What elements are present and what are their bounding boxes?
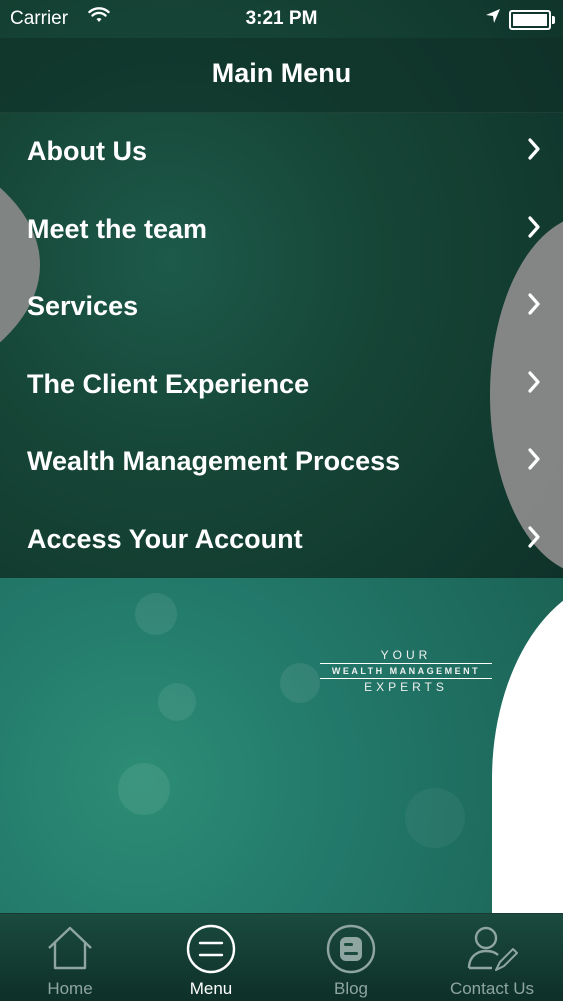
- bokeh-circle: [405, 788, 465, 848]
- chevron-right-icon: [528, 525, 540, 548]
- menu-item-meet-the-team[interactable]: Meet the team: [0, 192, 563, 270]
- menu-item-label: Wealth Management Process: [27, 446, 401, 476]
- menu-item-label: Access Your Account: [27, 523, 303, 554]
- battery-icon: [509, 10, 555, 30]
- background-bottom: [0, 578, 563, 914]
- bokeh-circle: [118, 763, 170, 815]
- tab-label: Blog: [333, 979, 369, 998]
- page-title: Main Menu: [211, 58, 352, 88]
- tab-label: Menu: [189, 979, 233, 998]
- status-time: 3:21 PM: [245, 8, 318, 29]
- menu-icon: [186, 924, 236, 979]
- tagline-line-1: YOUR: [380, 648, 432, 662]
- menu-item-label: Services: [27, 291, 139, 321]
- menu-item-wealth-management-process[interactable]: Wealth Management Process: [0, 424, 563, 502]
- tab-bar: Home Menu Blog Contact Us: [0, 913, 563, 1001]
- bokeh-circle: [135, 593, 177, 635]
- location-arrow-icon: [485, 8, 501, 30]
- tab-label: Contact Us: [449, 979, 535, 998]
- bokeh-circle: [158, 683, 196, 721]
- tab-home[interactable]: Home: [0, 914, 140, 1001]
- bokeh-circle: [280, 663, 320, 703]
- chevron-right-icon: [528, 138, 540, 160]
- tab-contact-us[interactable]: Contact Us: [422, 914, 562, 1001]
- menu-item-label: The Client Experience: [27, 368, 310, 399]
- menu-item-label: Meet the team: [27, 213, 208, 244]
- home-icon: [45, 924, 95, 977]
- tagline-logo: YOUR WEALTH MANAGEMENT EXPERTS: [320, 648, 492, 694]
- menu-item-about-us[interactable]: About Us: [0, 114, 563, 192]
- tab-menu[interactable]: Menu: [141, 914, 281, 1001]
- status-bar: Carrier 3:21 PM: [0, 0, 563, 38]
- menu-item-client-experience[interactable]: The Client Experience: [0, 347, 563, 425]
- menu-item-label: About Us: [27, 136, 147, 166]
- menu-item-access-your-account[interactable]: Access Your Account: [0, 502, 563, 580]
- chevron-right-icon: [528, 448, 540, 470]
- chevron-right-icon: [528, 293, 540, 315]
- tab-blog[interactable]: Blog: [281, 914, 421, 1001]
- contact-icon: [466, 924, 518, 979]
- menu-item-services[interactable]: Services: [0, 269, 563, 347]
- chevron-right-icon: [528, 215, 540, 238]
- blog-icon: [326, 924, 376, 979]
- tagline-line-3: EXPERTS: [364, 680, 448, 694]
- navigation-bar: Main Menu: [0, 38, 563, 113]
- tab-label: Home: [47, 979, 93, 998]
- main-menu-list: About Us Meet the team Services The Clie…: [0, 114, 563, 579]
- tagline-line-2: WEALTH MANAGEMENT: [320, 663, 492, 679]
- chevron-right-icon: [528, 370, 540, 393]
